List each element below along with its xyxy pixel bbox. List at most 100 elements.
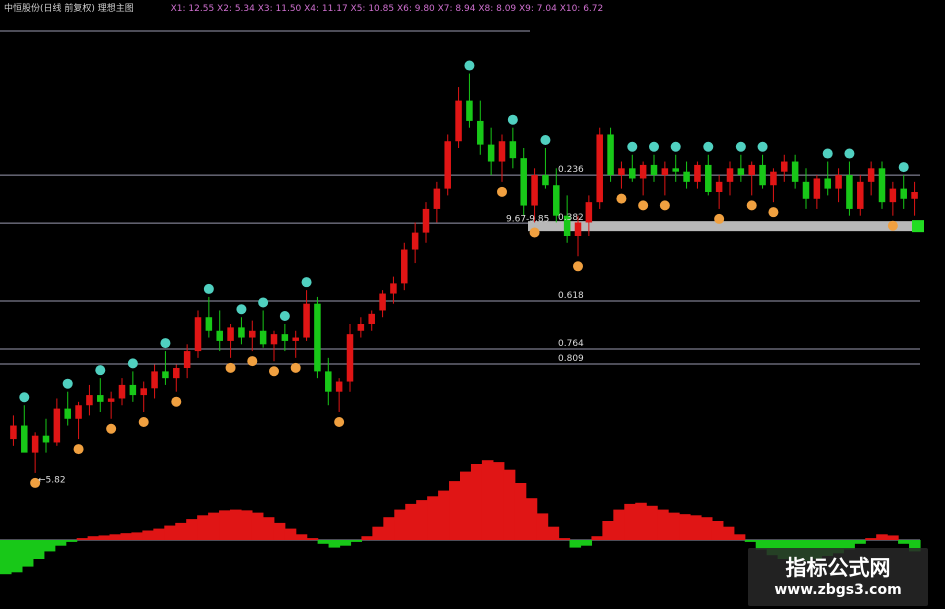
- oscillator-bar: [591, 536, 603, 540]
- oscillator-bar: [668, 512, 680, 540]
- candle-body: [205, 317, 213, 331]
- buy-marker: [225, 362, 236, 373]
- sell-marker: [507, 114, 518, 125]
- oscillator-bar: [186, 519, 198, 540]
- oscillator-bar: [240, 510, 253, 540]
- candle-body: [596, 134, 603, 203]
- candle-body: [867, 168, 875, 182]
- chart-header: 中恒股份(日线 前复权) 理想主图 X1: 12.55 X2: 5.34 X3:…: [4, 1, 603, 14]
- buy-marker: [659, 200, 670, 211]
- oscillator-bar: [690, 515, 702, 540]
- watermark-title: 指标公式网: [785, 556, 891, 580]
- oscillator-bar: [416, 500, 428, 540]
- candle-body: [42, 435, 50, 443]
- candle-body: [498, 141, 506, 162]
- buy-marker: [171, 396, 182, 407]
- candle-body: [846, 175, 853, 209]
- oscillator-bar: [295, 534, 308, 540]
- oscillator-bar: [460, 471, 472, 540]
- candle-body: [748, 164, 755, 176]
- candle-body: [705, 164, 712, 192]
- sell-marker: [464, 60, 475, 71]
- sell-marker: [822, 148, 833, 159]
- oscillator-bar: [230, 509, 242, 540]
- watermark: 指标公式网 www.zbgs3.com: [748, 548, 928, 606]
- candle-body: [802, 181, 810, 199]
- buy-marker: [714, 213, 725, 224]
- sell-marker: [279, 311, 290, 321]
- buy-marker: [290, 362, 301, 373]
- oscillator-bar: [646, 505, 658, 540]
- candle-body: [53, 408, 61, 443]
- oscillator-bar: [164, 525, 176, 540]
- oscillator-bar: [251, 512, 264, 540]
- candle-body: [173, 368, 180, 379]
- oscillator-bar: [32, 540, 45, 559]
- sell-marker: [127, 358, 138, 369]
- candle-body: [10, 425, 17, 440]
- fib-level-label: 0.618: [558, 291, 584, 301]
- candle-body: [75, 405, 82, 419]
- support-band-end: [912, 220, 924, 233]
- sell-marker: [844, 148, 855, 159]
- candlestick-series: [10, 73, 918, 473]
- candle-body: [270, 334, 278, 345]
- fib-level-label: 0.236: [558, 165, 584, 175]
- candle-body: [477, 120, 484, 145]
- candle-body: [107, 398, 115, 402]
- candle-body: [487, 144, 495, 162]
- oscillator-bar: [142, 530, 154, 540]
- candle-body: [216, 330, 223, 341]
- sell-marker: [62, 378, 73, 389]
- candle-body: [390, 283, 397, 294]
- candle-body: [325, 371, 332, 392]
- oscillator-bar: [887, 535, 899, 540]
- candle-body: [411, 232, 419, 250]
- buy-marker: [616, 193, 627, 204]
- buy-marker: [138, 417, 149, 427]
- oscillator-bar: [470, 464, 483, 540]
- oscillator-bar: [284, 528, 297, 540]
- candle-body: [335, 381, 343, 392]
- candle-body: [129, 384, 137, 396]
- fib-level-label: 0.809: [558, 354, 584, 364]
- candle-body: [520, 158, 527, 206]
- stock-chart[interactable]: 0.236 0.382 0.618 0.764 0.809 ←5.82 9.67-9.85: [0, 0, 945, 609]
- oscillator-bar: [481, 460, 494, 540]
- oscillator-bar: [21, 540, 34, 567]
- candle-body: [422, 208, 430, 233]
- oscillator-bar: [120, 533, 133, 540]
- candle-body: [813, 178, 821, 199]
- support-band-bar: [528, 221, 920, 232]
- oscillator-bar: [76, 538, 89, 540]
- oscillator-bar: [54, 540, 67, 546]
- buy-marker: [247, 356, 258, 367]
- oscillator-bar: [98, 535, 111, 540]
- candle-body: [433, 188, 441, 209]
- buy-marker: [638, 200, 649, 211]
- candle-body: [292, 337, 299, 341]
- sell-marker: [95, 365, 106, 376]
- oscillator-bar: [711, 521, 724, 540]
- fib-level-lines: [0, 30, 920, 365]
- oscillator-bar: [865, 538, 877, 540]
- buy-marker: [106, 423, 117, 434]
- candle-body: [227, 327, 234, 341]
- candle-body: [737, 168, 745, 176]
- candle-body: [162, 371, 169, 379]
- price-annotation: 9.67-9.85: [506, 215, 549, 225]
- candle-body: [86, 395, 93, 406]
- candle-body: [683, 171, 690, 182]
- buy-marker: [887, 220, 898, 231]
- oscillator-bar: [262, 517, 275, 540]
- candle-body: [889, 188, 897, 203]
- candle-body: [650, 164, 658, 176]
- oscillator-bar: [208, 512, 220, 540]
- candle-body: [835, 175, 842, 189]
- sell-marker: [757, 141, 768, 152]
- candle-body: [791, 161, 799, 182]
- oscillator-bar: [635, 502, 647, 540]
- sell-marker: [540, 135, 551, 145]
- chart-title: 中恒股份(日线 前复权) 理想主图: [4, 4, 134, 14]
- oscillator-bar: [306, 538, 319, 540]
